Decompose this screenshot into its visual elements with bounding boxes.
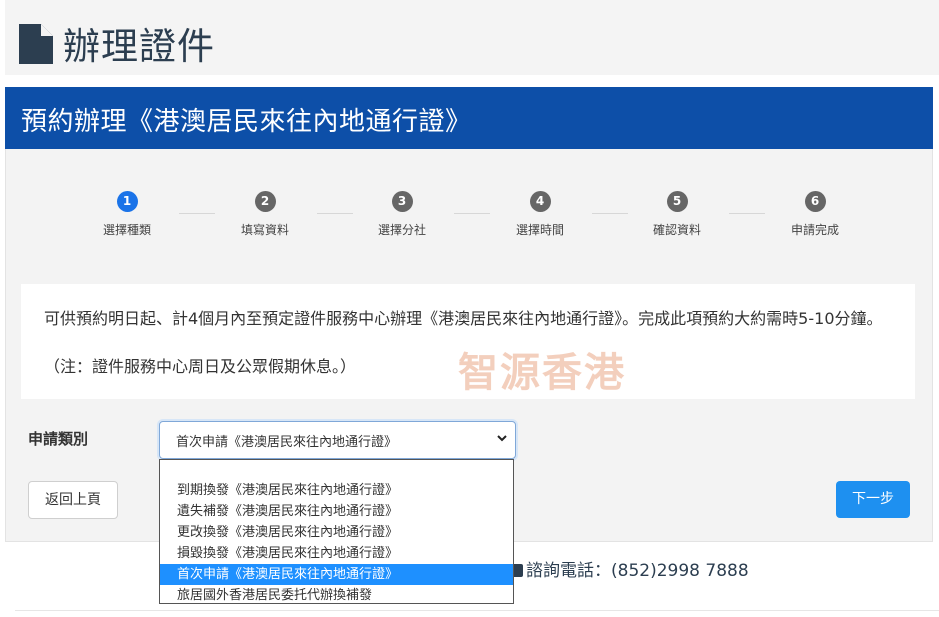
banner-title: 預約辦理《港澳居民來往內地通行證》: [21, 107, 472, 137]
step-3: 3 選擇分社: [362, 191, 442, 238]
dropdown-option[interactable]: 遺失補發《港澳居民來往內地通行證》: [160, 501, 513, 522]
step-number: 3: [391, 191, 413, 212]
step-connector: [454, 213, 490, 214]
step-2: 2 填寫資料: [225, 191, 305, 238]
progress-steps: 1 選擇種類 2 填寫資料 3 選擇分社 4 選擇時間 5 確認資料 6 申請完…: [6, 149, 932, 249]
contact-text: 諮詢電話：(852)2998 7888: [526, 561, 749, 581]
step-connector: [592, 213, 628, 214]
step-number: 4: [529, 191, 551, 212]
next-button[interactable]: 下一步: [836, 481, 910, 518]
step-number: 5: [666, 191, 688, 212]
step-number: 1: [116, 191, 138, 212]
application-type-label: 申請類別: [28, 430, 89, 448]
step-label: 確認資料: [652, 223, 701, 237]
document-icon: [19, 24, 53, 64]
dropdown-option[interactable]: 旅居國外香港居民委托代辦換補發: [160, 585, 513, 606]
watermark: 智源香港: [458, 350, 626, 396]
step-connector: [317, 213, 353, 214]
step-number: 2: [254, 191, 276, 212]
step-label: 申請完成: [790, 223, 839, 237]
page-title: 辦理證件: [63, 25, 215, 68]
info-box: 智源香港 可供預約明日起、計4個月內至預定證件服務中心辦理《港澳居民來往內地通行…: [21, 284, 915, 399]
divider: [15, 610, 939, 611]
step-label: 選擇種類: [102, 223, 151, 237]
contact-info: 諮詢電話：(852)2998 7888: [512, 556, 749, 581]
step-label: 選擇分社: [377, 223, 426, 237]
chevron-down-icon: [497, 435, 507, 442]
dropdown-option[interactable]: 損毀換發《港澳居民來往內地通行證》: [160, 543, 513, 564]
dropdown-option[interactable]: 到期換發《港澳居民來往內地通行證》: [160, 480, 513, 501]
step-6: 6 申請完成: [775, 191, 855, 238]
select-value: 首次申請《港澳居民來往內地通行證》: [176, 435, 398, 450]
step-connector: [729, 213, 765, 214]
step-1: 1 選擇種類: [87, 191, 167, 238]
back-button[interactable]: 返回上頁: [28, 481, 118, 519]
dropdown-option-selected[interactable]: 首次申請《港澳居民來往內地通行證》: [160, 564, 513, 585]
info-note: （注：證件服務中心周日及公眾假期休息。）: [44, 357, 357, 376]
application-type-select[interactable]: 首次申請《港澳居民來往內地通行證》: [159, 421, 516, 459]
step-4: 4 選擇時間: [500, 191, 580, 238]
section-banner: 預約辦理《港澳居民來往內地通行證》: [5, 87, 933, 149]
step-5: 5 確認資料: [637, 191, 717, 238]
step-label: 填寫資料: [240, 223, 289, 237]
dropdown-option[interactable]: 更改換發《港澳居民來往內地通行證》: [160, 522, 513, 543]
step-connector: [179, 213, 215, 214]
step-label: 選擇時間: [515, 223, 564, 237]
step-number: 6: [804, 191, 826, 212]
info-text: 可供預約明日起、計4個月內至預定證件服務中心辦理《港澳居民來往內地通行證》。完成…: [44, 309, 883, 328]
page-header: 辦理證件: [5, 0, 939, 75]
application-type-dropdown[interactable]: 到期換發《港澳居民來往內地通行證》 遺失補發《港澳居民來往內地通行證》 更改換發…: [159, 459, 514, 604]
